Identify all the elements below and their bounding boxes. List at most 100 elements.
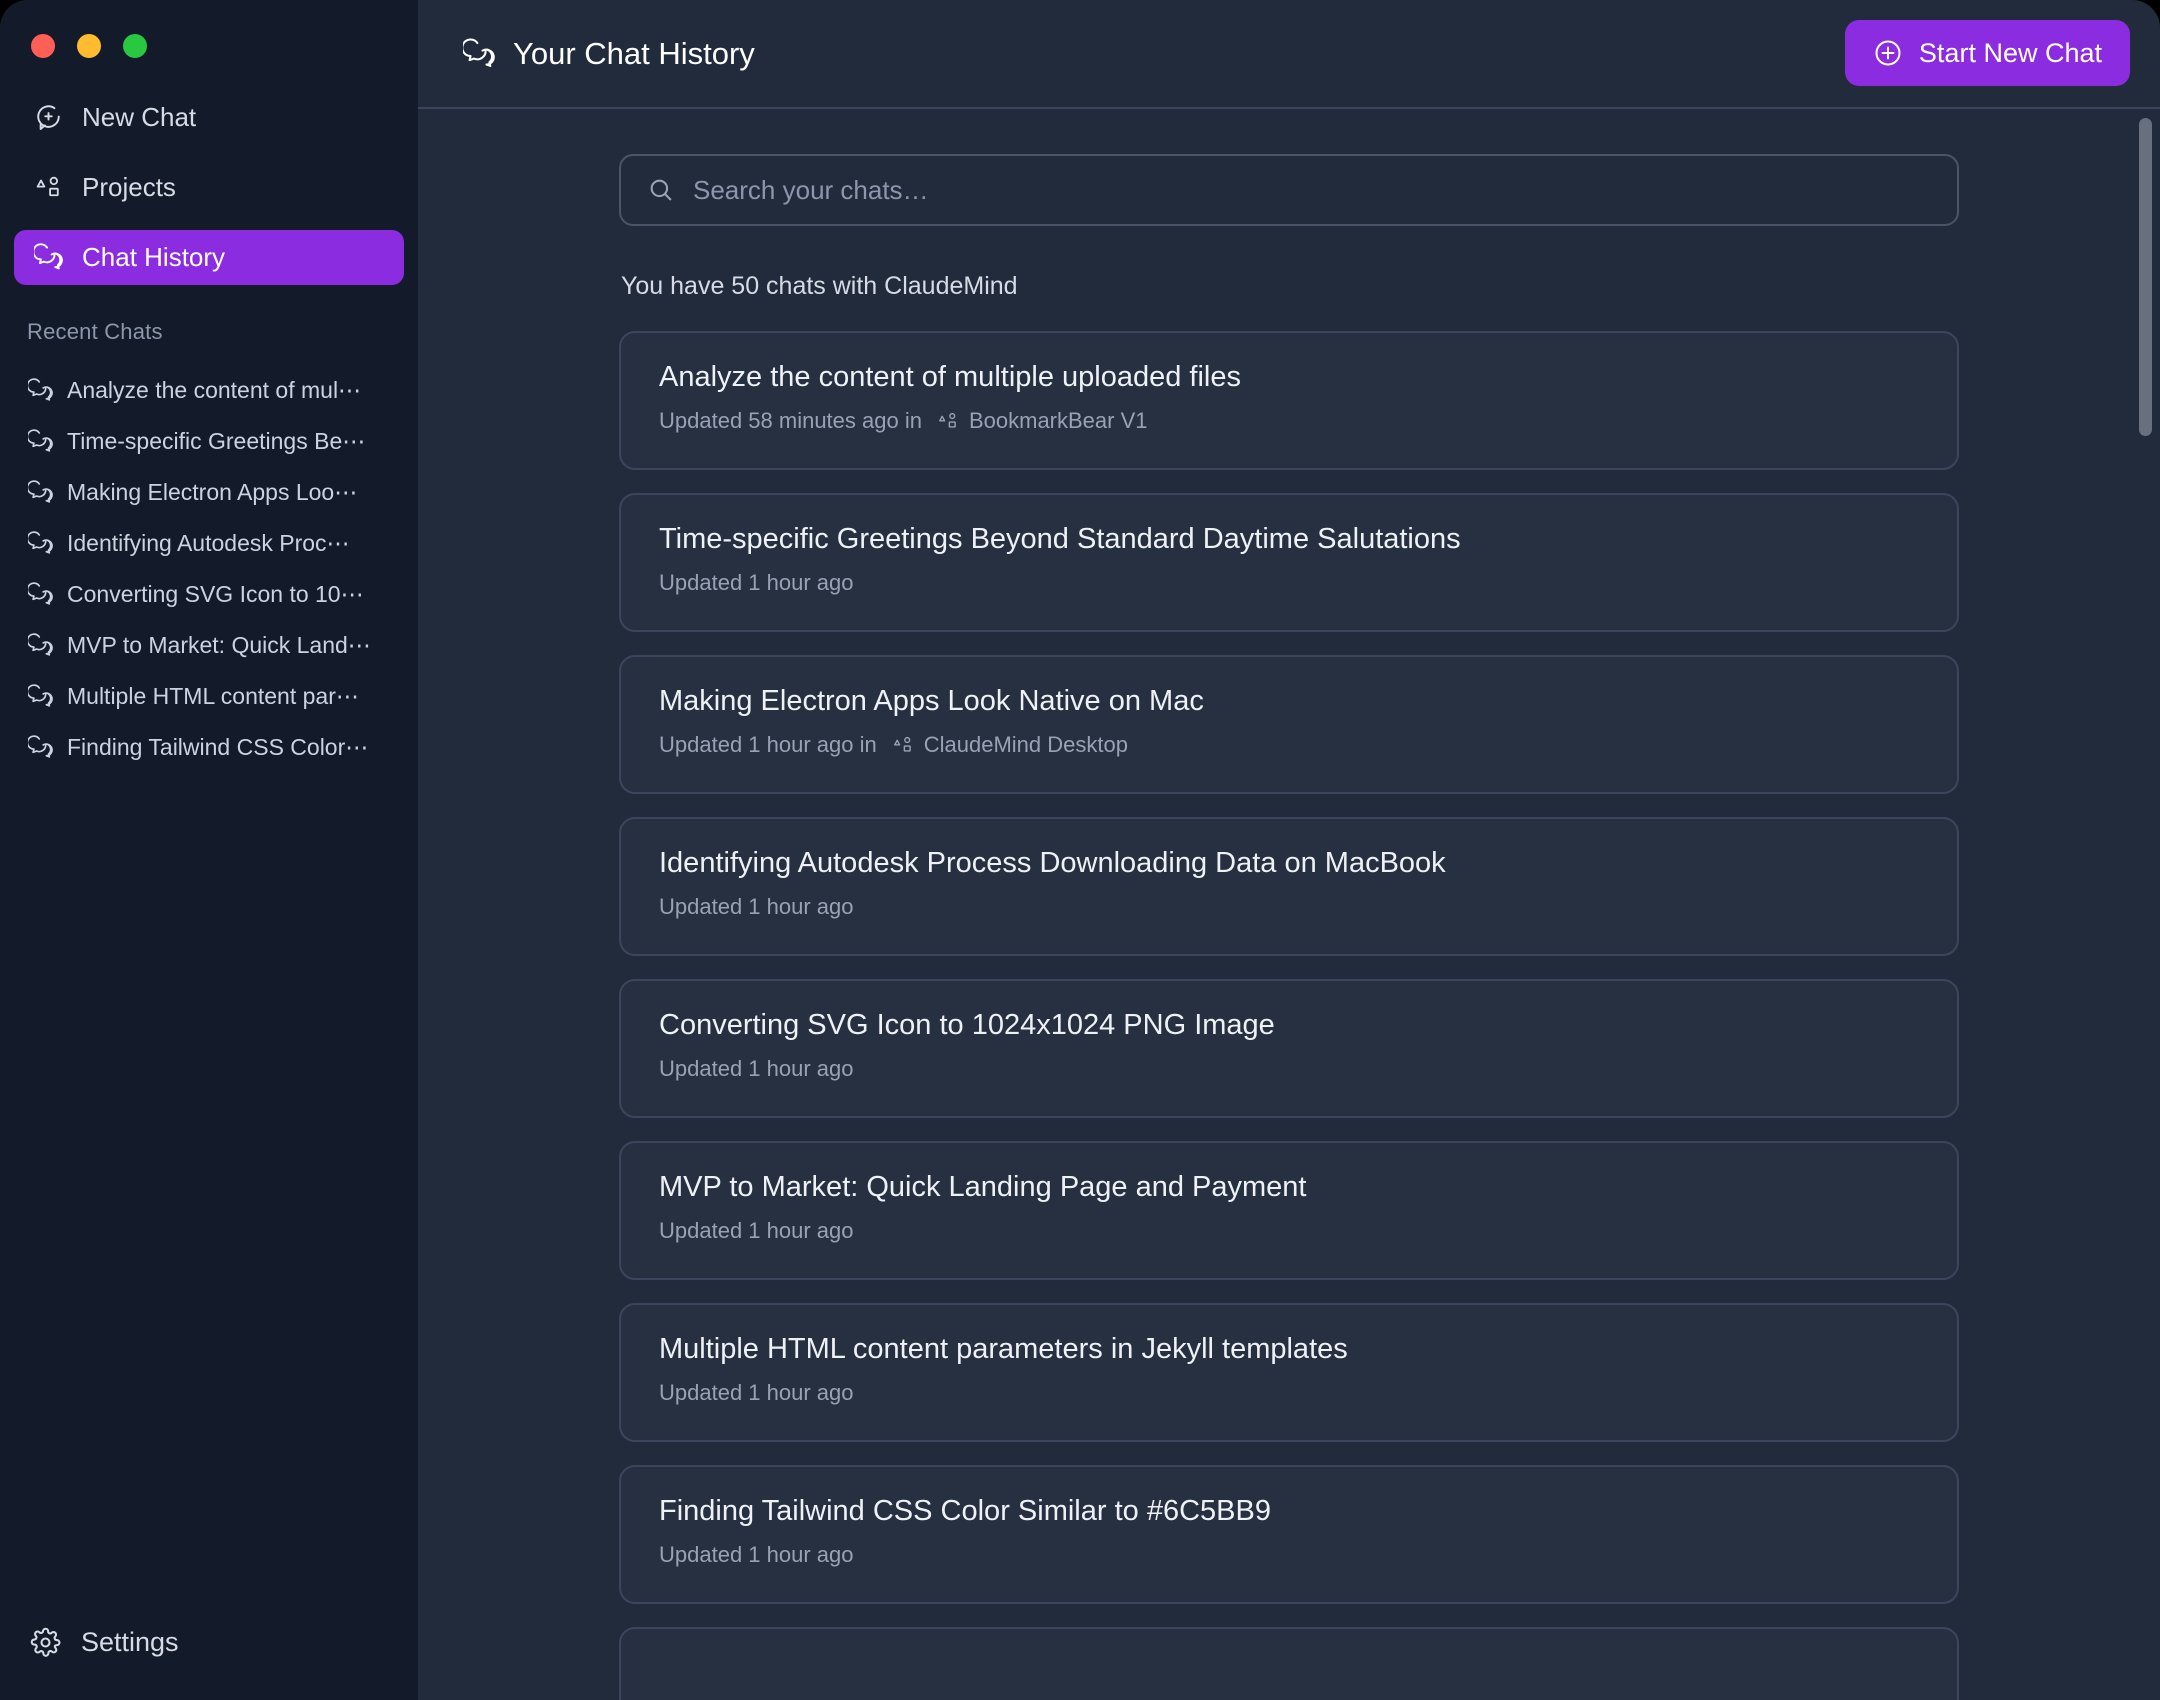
- chat-card-title: Finding Tailwind CSS Color Similar to #6…: [659, 1495, 1919, 1528]
- chat-card-title: Multiple HTML content parameters in Jeky…: [659, 1333, 1919, 1366]
- minimize-button[interactable]: [77, 34, 101, 58]
- chat-card[interactable]: Converting SVG Icon to 1024x1024 PNG Ima…: [619, 979, 1959, 1118]
- sidebar-item-projects[interactable]: Projects: [14, 160, 404, 215]
- chat-icon: [27, 531, 53, 557]
- sidebar-item-label: Chat History: [82, 242, 225, 273]
- chat-card-meta: Updated 1 hour ago: [659, 1542, 1919, 1568]
- chat-card-updated: Updated 1 hour ago: [659, 1218, 854, 1244]
- search-icon: [647, 176, 675, 204]
- sidebar-item-label: Projects: [82, 172, 176, 203]
- chat-card-meta: Updated 1 hour ago in ClaudeMind D: [659, 732, 1919, 758]
- chat-card-title: Converting SVG Icon to 1024x1024 PNG Ima…: [659, 1009, 1919, 1042]
- recent-chat-item[interactable]: Making Electron Apps Loo⋯: [12, 467, 406, 518]
- chat-card-meta: Updated 1 hour ago: [659, 570, 1919, 596]
- scrollbar-track[interactable]: [2138, 111, 2152, 1700]
- chat-card[interactable]: Finding Tailwind CSS Color Similar to #6…: [619, 1465, 1959, 1604]
- sidebar-item-chat-history[interactable]: Chat History: [14, 230, 404, 285]
- chat-icon: [27, 684, 53, 710]
- chat-icon: [27, 633, 53, 659]
- recent-chat-label: MVP to Market: Quick Land⋯: [67, 632, 371, 659]
- chat-card-updated: Updated 1 hour ago: [659, 1542, 854, 1568]
- chat-card-updated: Updated 1 hour ago: [659, 570, 854, 596]
- chat-card[interactable]: [619, 1627, 1959, 1700]
- chat-card-updated: Updated 1 hour ago in: [659, 732, 877, 758]
- search-input[interactable]: [693, 175, 1931, 206]
- recent-chats-list: Analyze the content of mul⋯ Time-specifi…: [0, 345, 418, 773]
- chat-card[interactable]: Making Electron Apps Look Native on Mac …: [619, 655, 1959, 794]
- chat-count-summary: You have 50 chats with ClaudeMind: [619, 226, 1959, 301]
- recent-chat-item[interactable]: Time-specific Greetings Be⋯: [12, 416, 406, 467]
- search-bar[interactable]: [619, 154, 1959, 226]
- start-new-chat-label: Start New Chat: [1919, 38, 2102, 69]
- chat-card-updated: Updated 1 hour ago: [659, 894, 854, 920]
- recent-chats-heading: Recent Chats: [0, 300, 418, 345]
- chat-icon: [27, 429, 53, 455]
- recent-chat-item[interactable]: Identifying Autodesk Proc⋯: [12, 518, 406, 569]
- window-traffic-lights: [0, 0, 418, 68]
- chat-card[interactable]: Analyze the content of multiple uploaded…: [619, 331, 1959, 470]
- recent-chat-label: Multiple HTML content par⋯: [67, 683, 359, 710]
- chat-card-title: Time-specific Greetings Beyond Standard …: [659, 523, 1919, 556]
- main-content: Your Chat History Start New Chat: [418, 0, 2160, 1700]
- chat-card-updated: Updated 1 hour ago: [659, 1056, 854, 1082]
- chat-icon: [27, 378, 53, 404]
- plus-circle-icon: [1873, 38, 1903, 68]
- page-title: Your Chat History: [463, 36, 755, 72]
- sidebar: New Chat Projects: [0, 0, 418, 1700]
- chat-list: Analyze the content of multiple uploaded…: [619, 301, 1959, 1700]
- chat-card[interactable]: MVP to Market: Quick Landing Page and Pa…: [619, 1141, 1959, 1280]
- chat-card-meta: Updated 1 hour ago: [659, 1380, 1919, 1406]
- chat-card-project-name: ClaudeMind Desktop: [924, 732, 1128, 758]
- start-new-chat-button[interactable]: Start New Chat: [1845, 20, 2130, 86]
- chat-card-title: Making Electron Apps Look Native on Mac: [659, 685, 1919, 718]
- recent-chat-label: Identifying Autodesk Proc⋯: [67, 530, 350, 557]
- sidebar-nav: New Chat Projects: [0, 68, 418, 300]
- recent-chat-label: Making Electron Apps Loo⋯: [67, 479, 357, 506]
- chat-card-meta: Updated 1 hour ago: [659, 1056, 1919, 1082]
- chat-card-project: BookmarkBear V1: [937, 408, 1148, 434]
- chat-card-meta: Updated 1 hour ago: [659, 1218, 1919, 1244]
- chat-card-project-name: BookmarkBear V1: [969, 408, 1148, 434]
- recent-chat-item[interactable]: Finding Tailwind CSS Color⋯: [12, 722, 406, 773]
- page-header: Your Chat History Start New Chat: [418, 0, 2160, 109]
- shapes-icon: [892, 734, 915, 757]
- gear-icon: [30, 1627, 61, 1658]
- sidebar-item-settings[interactable]: Settings: [0, 1627, 418, 1700]
- projects-icon: [33, 173, 63, 203]
- chat-icon: [27, 582, 53, 608]
- chat-card-project: ClaudeMind Desktop: [892, 732, 1128, 758]
- maximize-button[interactable]: [123, 34, 147, 58]
- recent-chat-item[interactable]: Multiple HTML content par⋯: [12, 671, 406, 722]
- recent-chat-item[interactable]: Analyze the content of mul⋯: [12, 365, 406, 416]
- chat-card-meta: Updated 1 hour ago: [659, 894, 1919, 920]
- chat-history-scroll-area[interactable]: You have 50 chats with ClaudeMind Analyz…: [418, 109, 2160, 1700]
- shapes-icon: [937, 410, 960, 433]
- app-window: New Chat Projects: [0, 0, 2160, 1700]
- recent-chat-item[interactable]: MVP to Market: Quick Land⋯: [12, 620, 406, 671]
- chat-card[interactable]: Multiple HTML content parameters in Jeky…: [619, 1303, 1959, 1442]
- chat-history-icon: [463, 38, 495, 70]
- recent-chat-label: Time-specific Greetings Be⋯: [67, 428, 365, 455]
- chat-history-icon: [33, 243, 63, 273]
- chat-card-updated: Updated 58 minutes ago in: [659, 408, 922, 434]
- chat-card-meta: Updated 58 minutes ago in Bookmark: [659, 408, 1919, 434]
- chat-card-title: MVP to Market: Quick Landing Page and Pa…: [659, 1171, 1919, 1204]
- recent-chat-item[interactable]: Converting SVG Icon to 10⋯: [12, 569, 406, 620]
- sidebar-item-label: New Chat: [82, 102, 196, 133]
- scrollbar-thumb[interactable]: [2139, 118, 2152, 436]
- recent-chat-label: Finding Tailwind CSS Color⋯: [67, 734, 368, 761]
- chat-card-title: Identifying Autodesk Process Downloading…: [659, 847, 1919, 880]
- new-chat-icon: [33, 103, 63, 133]
- chat-card-title: Analyze the content of multiple uploaded…: [659, 361, 1919, 394]
- settings-label: Settings: [81, 1627, 179, 1658]
- sidebar-item-new-chat[interactable]: New Chat: [14, 90, 404, 145]
- close-button[interactable]: [31, 34, 55, 58]
- recent-chat-label: Analyze the content of mul⋯: [67, 377, 361, 404]
- chat-card[interactable]: Identifying Autodesk Process Downloading…: [619, 817, 1959, 956]
- chat-card[interactable]: Time-specific Greetings Beyond Standard …: [619, 493, 1959, 632]
- chat-icon: [27, 735, 53, 761]
- page-title-text: Your Chat History: [513, 36, 755, 72]
- chat-icon: [27, 480, 53, 506]
- chat-card-updated: Updated 1 hour ago: [659, 1380, 854, 1406]
- recent-chat-label: Converting SVG Icon to 10⋯: [67, 581, 364, 608]
